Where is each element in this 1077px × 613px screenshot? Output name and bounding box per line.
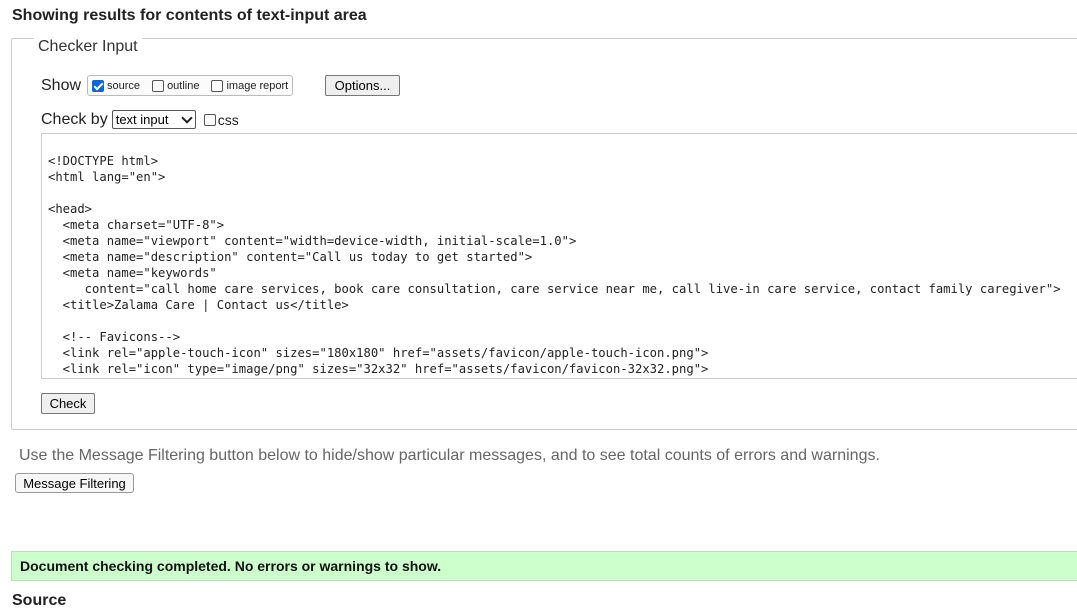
show-label: Show <box>41 76 82 94</box>
image-report-checkbox[interactable] <box>211 79 224 92</box>
source-text: <!DOCTYPE html> <html lang="en"> <head> … <box>48 154 1061 376</box>
success-message: Document checking completed. No errors o… <box>11 551 1077 581</box>
image-report-label: image report <box>226 79 289 92</box>
check-by-value: text input <box>115 112 169 127</box>
source-heading: Source <box>12 592 67 609</box>
source-textarea[interactable]: <!DOCTYPE html> <html lang="en"> <head> … <box>41 133 1077 379</box>
show-image-report-option[interactable]: image report <box>211 79 289 92</box>
check-by-row: Check by text input css <box>41 110 239 129</box>
chevron-down-icon <box>181 112 193 124</box>
page-heading: Showing results for contents of text-inp… <box>12 7 367 24</box>
check-button[interactable]: Check <box>41 393 95 414</box>
show-row: Show source outline image report <box>41 75 294 96</box>
show-source-option[interactable]: source <box>92 79 141 92</box>
outline-label: outline <box>167 79 200 92</box>
checker-input-legend: Checker Input <box>34 38 142 56</box>
message-filtering-button[interactable]: Message Filtering <box>15 473 134 493</box>
show-options-group: source outline image report <box>87 75 294 96</box>
source-checkbox[interactable] <box>92 79 105 92</box>
css-checkbox[interactable] <box>203 113 216 126</box>
css-option[interactable]: css <box>203 111 239 128</box>
options-button[interactable]: Options... <box>325 75 400 96</box>
show-outline-option[interactable]: outline <box>152 79 200 92</box>
outline-checkbox[interactable] <box>152 79 165 92</box>
check-by-select[interactable]: text input <box>111 110 196 129</box>
css-label: css <box>217 111 239 128</box>
message-filtering-info: Use the Message Filtering button below t… <box>19 447 880 464</box>
source-label: source <box>107 79 141 92</box>
check-by-label: Check by <box>41 110 108 128</box>
